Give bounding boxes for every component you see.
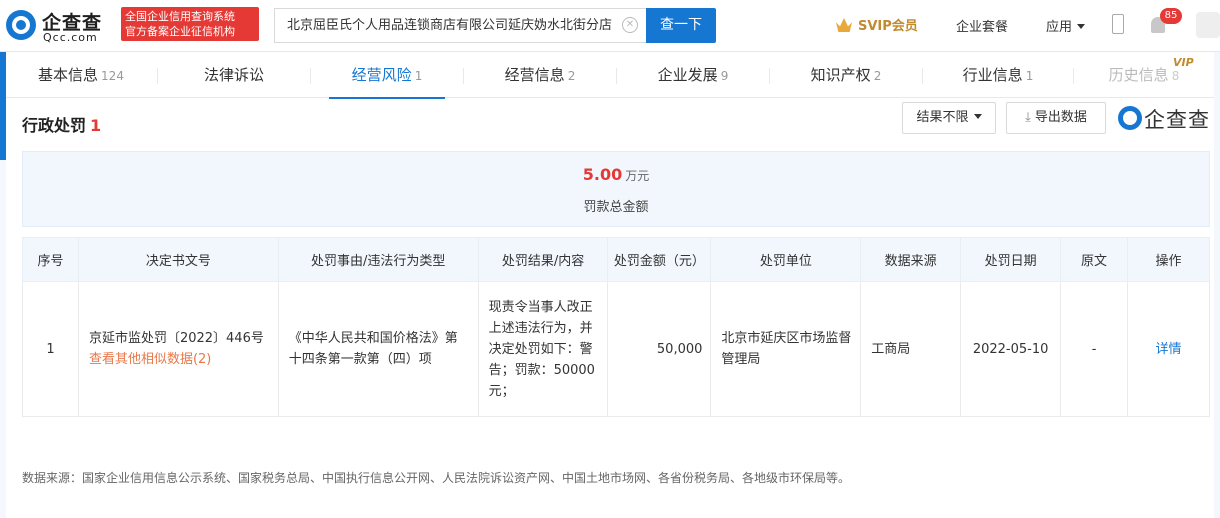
tab-label: 经营信息 (504, 66, 565, 84)
column-header: 决定书文号 (77, 237, 279, 282)
data-source: 工商局 (860, 281, 962, 417)
penalty-summary: 5.00 万元 罚款总金额 (22, 151, 1210, 227)
column-header: 原文 (1060, 237, 1129, 282)
tab-label: 历史信息 (1108, 66, 1169, 84)
tab-count: 124 (101, 69, 124, 83)
column-header: 数据来源 (860, 237, 962, 282)
search-button[interactable]: 查一下 (646, 8, 716, 43)
original-doc: - (1060, 281, 1129, 417)
top-bar: 企查查 Qcc.com 全国企业信用查询系统 官方备案企业征信机构 北京屈臣氏个… (0, 0, 1220, 52)
result-filter-dropdown[interactable]: 结果不限 (902, 102, 996, 134)
export-label: 导出数据 (1034, 110, 1087, 125)
right-side-strip (1214, 52, 1220, 518)
download-icon: ⤓ (1025, 110, 1031, 125)
penalty-reason: 《中华人民共和国价格法》第十四条第一款第（四）项 (277, 281, 479, 417)
logo-text-en: Qcc.com (43, 31, 98, 44)
table-header-row: 序号 决定书文号 处罚事由/违法行为类型 处罚结果/内容 处罚金额（元） 处罚单… (22, 237, 1210, 282)
search-input[interactable]: 北京屈臣氏个人用品连锁商店有限公司延庆妫水北街分店 (274, 8, 646, 43)
column-header: 处罚单位 (710, 237, 862, 282)
tab-count: 2 (873, 69, 882, 83)
qcc-logo-icon (1118, 106, 1142, 130)
penalty-result: 现责令当事人改正上述违法行为，并决定处罚如下：警告；罚款：50000元； (477, 281, 609, 417)
tab-count: 1 (1025, 69, 1034, 83)
section-title: 行政处罚 1 (22, 112, 101, 136)
similar-data-link[interactable]: 查看其他相似数据(2) (89, 349, 270, 370)
vip-tag: VIP (1173, 56, 1194, 69)
doc-number: 京延市监处罚〔2022〕446号 (88, 331, 264, 346)
column-header: 处罚事由/违法行为类型 (277, 237, 479, 282)
summary-amount: 5.00 万元 (23, 165, 1209, 184)
tab-industry[interactable]: 行业信息 1 (923, 54, 1073, 98)
crown-icon (836, 18, 852, 32)
svip-link[interactable]: SVIP会员 (836, 15, 918, 34)
brand-text: 企查查 (1144, 108, 1210, 132)
row-index: 1 (22, 281, 79, 417)
tab-count: 2 (567, 69, 576, 83)
amount-unit: 万元 (625, 169, 650, 183)
column-header: 序号 (22, 237, 79, 282)
svip-label: SVIP会员 (858, 19, 918, 34)
mobile-phone-icon[interactable] (1112, 14, 1124, 34)
tab-operation-info[interactable]: 经营信息 2 (464, 54, 616, 98)
section-title-text: 行政处罚 (22, 116, 87, 135)
official-badge[interactable]: 全国企业信用查询系统 官方备案企业征信机构 (121, 7, 259, 41)
notification-badge: 85 (1160, 8, 1182, 24)
doc-number-cell: 京延市监处罚〔2022〕446号 查看其他相似数据(2) (77, 281, 279, 417)
qcc-logo[interactable]: 企查查 Qcc.com (6, 8, 116, 44)
badge-line-2: 官方备案企业征信机构 (125, 25, 235, 38)
penalty-amount: 50,000 (607, 281, 712, 417)
penalty-date: 2022-05-10 (960, 281, 1062, 417)
table-row: 1 京延市监处罚〔2022〕446号 查看其他相似数据(2) 《中华人民共和国价… (22, 281, 1210, 417)
left-side-strip (0, 160, 6, 518)
column-header: 操作 (1127, 237, 1210, 282)
badge-line-1: 全国企业信用查询系统 (125, 10, 235, 23)
export-data-button[interactable]: ⤓ 导出数据 (1006, 102, 1106, 134)
tab-label: 企业发展 (657, 66, 718, 84)
summary-label: 罚款总金额 (583, 200, 649, 215)
qcc-logo-icon (6, 10, 36, 40)
tab-basic-info[interactable]: 基本信息 124 (6, 54, 156, 98)
tab-label: 法律诉讼 (203, 66, 264, 84)
tab-development[interactable]: 企业发展 9 (617, 54, 769, 98)
tab-label: 行业信息 (962, 66, 1023, 84)
data-source-note: 数据来源：国家企业信用信息公示系统、国家税务总局、中国执行信息公开网、人民法院诉… (22, 471, 851, 485)
tab-legal[interactable]: 法律诉讼 (158, 54, 310, 98)
nav-enterprise-package[interactable]: 企业套餐 (956, 16, 1008, 35)
tab-count: 9 (720, 69, 729, 83)
column-header: 处罚金额（元） (607, 237, 712, 282)
section-count: 1 (90, 116, 102, 135)
tab-label: 经营风险 (351, 66, 412, 84)
column-header: 处罚日期 (960, 237, 1062, 282)
tab-label: 基本信息 (38, 66, 99, 84)
penalty-table: 序号 决定书文号 处罚事由/违法行为类型 处罚结果/内容 处罚金额（元） 处罚单… (22, 237, 1210, 417)
company-tabs: 基本信息 124 法律诉讼 经营风险 1 经营信息 2 企业发展 9 知识产权 2 行业信… (6, 54, 1214, 99)
tab-label: 知识产权 (810, 66, 871, 84)
chevron-down-icon (973, 114, 982, 119)
chevron-down-icon (1077, 24, 1086, 29)
nav-apps-label: 应用 (1046, 20, 1073, 35)
clear-search-icon[interactable]: ✕ (622, 17, 638, 33)
tab-count: 1 (414, 69, 423, 83)
tab-business-risk[interactable]: 经营风险 1 (311, 54, 463, 99)
avatar[interactable] (1196, 12, 1220, 38)
tab-ip[interactable]: 知识产权 2 (770, 54, 922, 98)
filter-label: 结果不限 (916, 110, 969, 125)
penalty-authority: 北京市延庆区市场监督管理局 (710, 281, 862, 417)
details-link[interactable]: 详情 (1127, 281, 1210, 417)
column-header: 处罚结果/内容 (477, 237, 609, 282)
amount-value: 5.00 (582, 165, 623, 184)
nav-apps[interactable]: 应用 (1046, 16, 1086, 35)
tab-count: 8 (1171, 69, 1180, 83)
